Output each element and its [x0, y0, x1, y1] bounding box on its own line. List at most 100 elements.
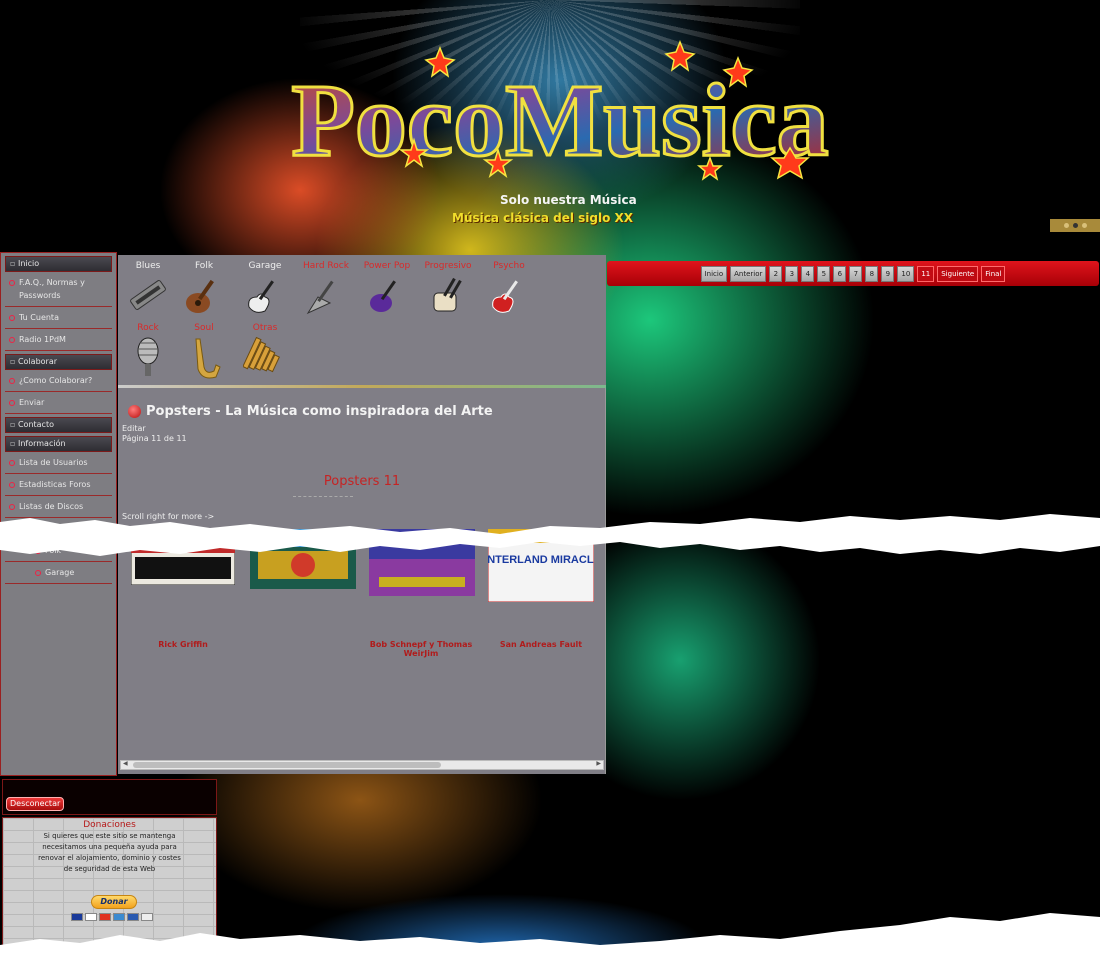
- pager-page-4[interactable]: 4: [801, 265, 815, 282]
- genre-soul[interactable]: Soul: [174, 323, 234, 379]
- content-heading: Popsters 11: [323, 474, 401, 489]
- site-subtitle: Música clásica del siglo XX: [452, 211, 634, 225]
- genre-label: Power Pop: [363, 261, 411, 271]
- pager-prev[interactable]: Anterior: [730, 265, 767, 282]
- scroll-hint: Scroll right for more ->: [122, 512, 215, 521]
- pager-first[interactable]: Inicio: [700, 265, 728, 282]
- sidebar-item-cuenta[interactable]: Tu Cuenta: [5, 307, 112, 329]
- sidebar-item-faq[interactable]: F.A.Q., Normas y Passwords: [5, 272, 112, 307]
- sidebar-item-listas[interactable]: Listas de Discos: [5, 496, 112, 518]
- genre-hard-rock[interactable]: Hard Rock: [296, 261, 356, 317]
- card-icon: [141, 913, 153, 921]
- genre-rock[interactable]: Rock: [118, 323, 178, 379]
- poster-caption-3[interactable]: Bob Schnepf y Thomas WeirJim: [358, 640, 484, 658]
- page-title-text: Popsters - La Música como inspiradora de…: [146, 404, 493, 419]
- slider-dot-active[interactable]: [1072, 223, 1078, 228]
- poster-4-text: WINTERLAND MIRACLES: [488, 554, 594, 566]
- donate-title: Donaciones: [83, 820, 136, 830]
- genre-progresivo[interactable]: Progresivo: [418, 261, 478, 317]
- genre-menu: Blues Folk Garage Hard Rock Power Pop Pr…: [118, 255, 606, 385]
- card-icon: [113, 913, 125, 921]
- microphone-icon: [137, 337, 159, 376]
- pager-page-10[interactable]: 10: [897, 265, 915, 282]
- genre-power-pop[interactable]: Power Pop: [357, 261, 417, 317]
- flying-v-guitar-icon: [306, 280, 334, 315]
- sidebar-subitem-blues[interactable]: Blues: [5, 518, 112, 540]
- purple-guitar-icon: [370, 280, 396, 312]
- scrollbar-thumb[interactable]: [133, 762, 441, 768]
- donate-text: Si quieres que este sitio se mantenga ne…: [38, 832, 181, 873]
- edit-link[interactable]: Editar: [122, 424, 146, 433]
- genre-label: Otras: [252, 323, 278, 333]
- pager-page-3[interactable]: 3: [785, 265, 799, 282]
- page-info: Página 11 de 11: [122, 434, 187, 443]
- genre-otras[interactable]: Otras: [235, 323, 295, 379]
- poster-2[interactable]: [250, 529, 356, 589]
- genre-label: Folk: [194, 261, 214, 271]
- acoustic-guitar-icon: [186, 279, 214, 313]
- genre-label: Progresivo: [424, 261, 472, 271]
- card-icon: [71, 913, 83, 921]
- genre-label: Blues: [135, 261, 161, 271]
- sidebar: Inicio F.A.Q., Normas y Passwords Tu Cue…: [0, 252, 117, 776]
- sidebar-item-estadisticas[interactable]: Estadisticas Foros: [5, 474, 112, 496]
- genre-psycho[interactable]: Psycho: [479, 261, 539, 317]
- logo-text: PocoMusica: [291, 63, 828, 178]
- site-tagline: Solo nuestra Música: [500, 193, 637, 207]
- payment-cards: [71, 913, 153, 921]
- horizontal-scrollbar[interactable]: ◀ ▶: [120, 760, 604, 770]
- poster-4[interactable]: WINTERLAND MIRACLES: [488, 529, 594, 602]
- genre-label: Hard Rock: [303, 261, 349, 271]
- pager-page-2[interactable]: 2: [769, 265, 783, 282]
- electric-guitar-icon: [248, 280, 274, 313]
- poster-1[interactable]: [131, 531, 235, 585]
- genre-label: Rock: [137, 323, 159, 333]
- sidebar-section-colaborar[interactable]: Colaborar: [5, 354, 112, 370]
- sidebar-item-como-colaborar[interactable]: ¿Como Colaborar?: [5, 370, 112, 392]
- genre-garage[interactable]: Garage: [235, 261, 295, 317]
- site-logo[interactable]: PocoMusica: [290, 40, 830, 190]
- saxophone-icon: [195, 338, 221, 379]
- main-content: Popsters - La Música como inspiradora de…: [118, 388, 606, 774]
- card-icon: [99, 913, 111, 921]
- pager-page-7[interactable]: 7: [849, 265, 863, 282]
- card-icon: [85, 913, 97, 921]
- pagination: Inicio Anterior 2 3 4 5 6 7 8 9 10 11 Si…: [607, 261, 1099, 286]
- red-bass-icon: [492, 280, 518, 313]
- poster-3[interactable]: [369, 529, 475, 596]
- pager-page-6[interactable]: 6: [833, 265, 847, 282]
- slider-dot[interactable]: [1081, 223, 1087, 228]
- pager-page-8[interactable]: 8: [865, 265, 879, 282]
- title-bullet-icon: [128, 405, 141, 418]
- poster-caption-1[interactable]: Rick Griffin: [131, 640, 235, 649]
- pager-page-5[interactable]: 5: [817, 265, 831, 282]
- scroll-right-icon[interactable]: ▶: [596, 760, 601, 767]
- sidebar-subitem-garage[interactable]: Garage: [5, 562, 112, 584]
- logout-box: Desconectar: [2, 779, 217, 815]
- sidebar-item-usuarios[interactable]: Lista de Usuarios: [5, 452, 112, 474]
- slider-dots[interactable]: [1050, 219, 1100, 232]
- slider-dot[interactable]: [1063, 223, 1069, 228]
- poster-caption-4[interactable]: San Andreas Fault: [488, 640, 594, 649]
- sidebar-section-informacion[interactable]: Información: [5, 436, 112, 452]
- pan-flute-icon: [243, 336, 280, 373]
- sidebar-section-contacto[interactable]: Contacto: [5, 417, 112, 433]
- logout-button[interactable]: Desconectar: [6, 797, 65, 811]
- harmonica-icon: [130, 280, 166, 310]
- donate-box: Donaciones Si quieres que este sitio se …: [2, 817, 217, 957]
- donate-button[interactable]: Donar: [91, 895, 137, 909]
- sidebar-item-enviar[interactable]: Enviar: [5, 392, 112, 414]
- genre-folk[interactable]: Folk: [174, 261, 234, 317]
- pager-last[interactable]: Final: [981, 265, 1006, 282]
- sidebar-section-inicio[interactable]: Inicio: [5, 256, 112, 272]
- pager-current: 11: [917, 265, 935, 282]
- scroll-left-icon[interactable]: ◀: [123, 760, 128, 767]
- pager-page-9[interactable]: 9: [881, 265, 895, 282]
- sidebar-subitem-folk[interactable]: Folk: [5, 540, 112, 562]
- heading-underline: [293, 496, 353, 497]
- pager-next[interactable]: Siguiente: [937, 265, 979, 282]
- double-neck-guitar-icon: [433, 277, 462, 312]
- sidebar-item-radio[interactable]: Radio 1PdM: [5, 329, 112, 351]
- genre-blues[interactable]: Blues: [118, 261, 178, 317]
- page-title: Popsters - La Música como inspiradora de…: [128, 404, 493, 419]
